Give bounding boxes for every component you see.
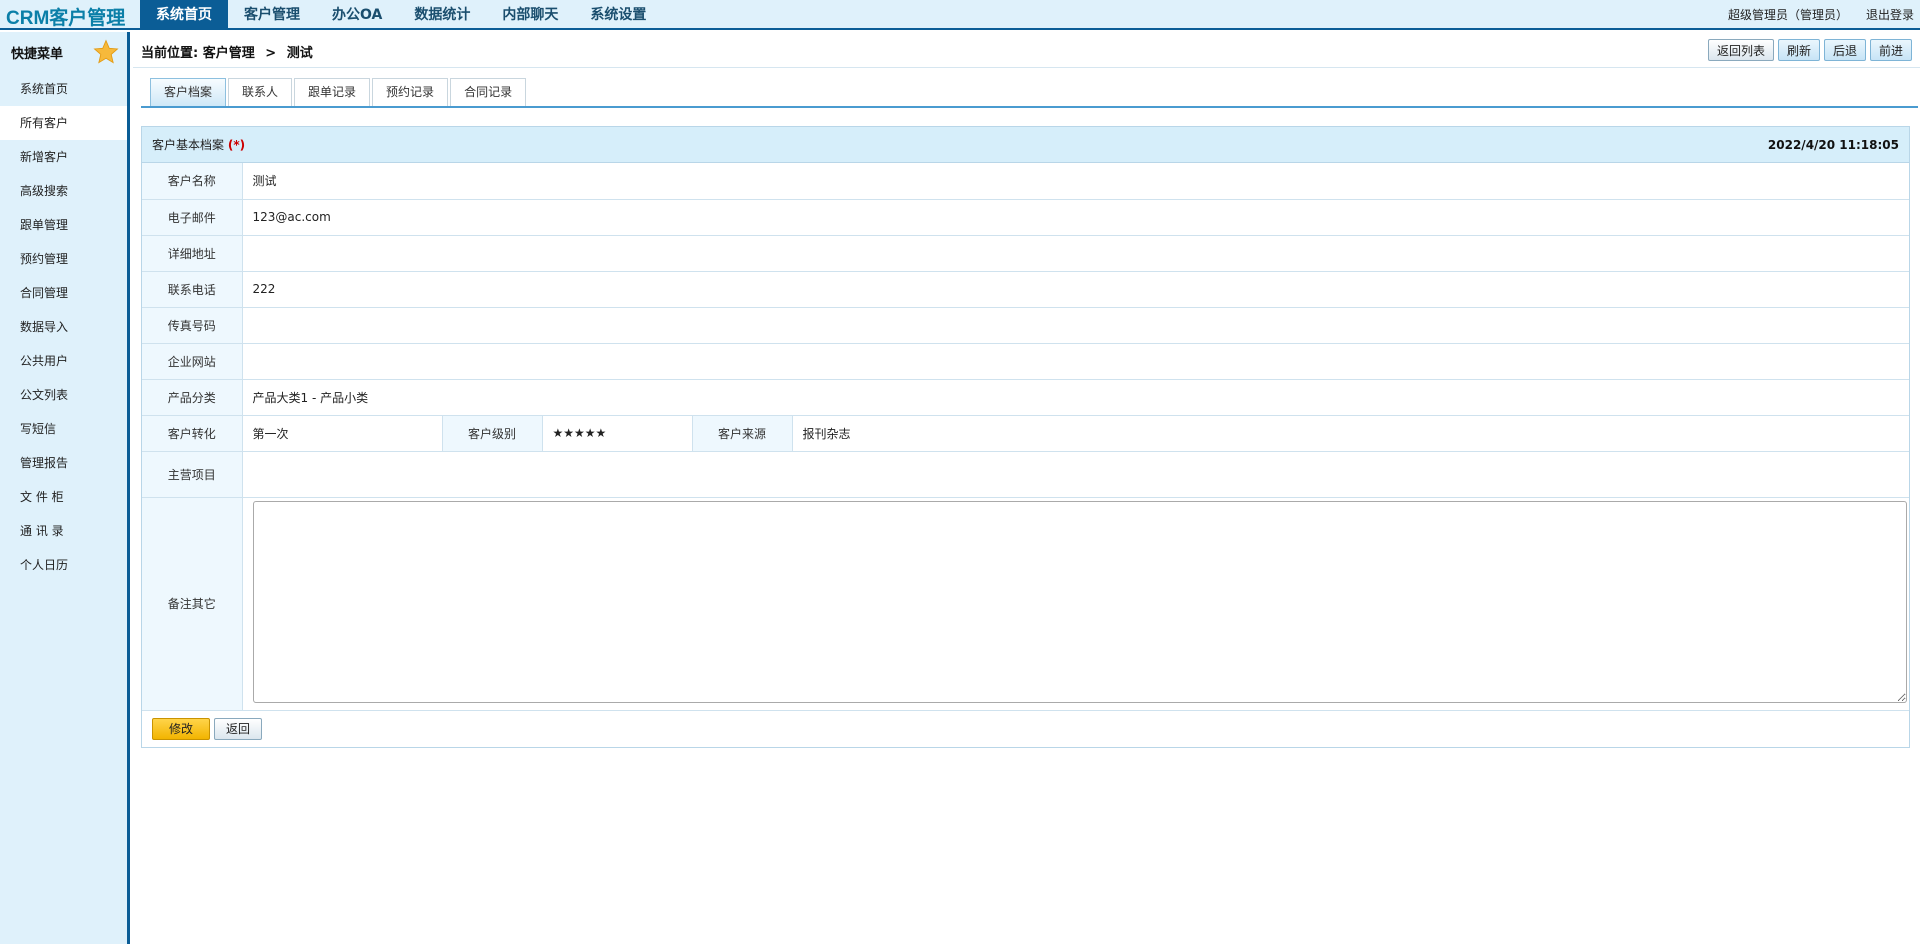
form-row-conversion: 客户转化 第一次 客户级别 ★★★★★ 客户来源 报刊杂志 bbox=[142, 415, 1909, 452]
sidebar-item-documents[interactable]: 公文列表 bbox=[0, 378, 127, 412]
form-row-fax: 传真号码 bbox=[142, 307, 1909, 344]
record-tabs: 客户档案 联系人 跟单记录 预约记录 合同记录 bbox=[150, 78, 527, 106]
user-name[interactable]: 超级管理员（管理员） bbox=[1728, 0, 1848, 30]
form-footer: 修改 返回 bbox=[142, 711, 1909, 747]
form-row-remark: 备注其它 bbox=[142, 497, 1909, 711]
refresh-button[interactable]: 刷新 bbox=[1777, 39, 1820, 61]
tab-appointments[interactable]: 预约记录 bbox=[372, 78, 449, 106]
nav-office-oa[interactable]: 办公OA bbox=[316, 0, 398, 30]
tab-contracts[interactable]: 合同记录 bbox=[450, 78, 527, 106]
user-box: 超级管理员（管理员） 退出登录 bbox=[1728, 0, 1914, 30]
sidebar-item-appointments[interactable]: 预约管理 bbox=[0, 242, 127, 276]
level-label: 客户级别 bbox=[442, 415, 543, 452]
form-row-address: 详细地址 bbox=[142, 235, 1909, 272]
email-label: 电子邮件 bbox=[142, 199, 243, 236]
form-row-business: 主营项目 bbox=[142, 451, 1909, 498]
sidebar: 快捷菜单 系统首页 所有客户 新增客户 高级搜索 跟单管理 预约管理 合同管理 … bbox=[0, 32, 130, 944]
required-mark: (*) bbox=[227, 138, 246, 152]
edit-button[interactable]: 修改 bbox=[152, 717, 210, 740]
remark-textarea[interactable] bbox=[252, 501, 1907, 703]
form-row-website: 企业网站 bbox=[142, 343, 1909, 380]
category-label: 产品分类 bbox=[142, 379, 243, 416]
conversion-value: 第一次 bbox=[242, 415, 443, 452]
sidebar-item-public-users[interactable]: 公共用户 bbox=[0, 344, 127, 378]
category-value: 产品大类1 - 产品小类 bbox=[242, 379, 1909, 416]
back-to-list-button[interactable]: 返回列表 bbox=[1707, 39, 1774, 61]
sidebar-title: 快捷菜单 bbox=[11, 46, 64, 62]
breadcrumb-label: 当前位置: bbox=[141, 46, 199, 61]
phone-label: 联系电话 bbox=[142, 271, 243, 308]
panel-title-text: 客户基本档案 bbox=[152, 138, 225, 152]
main-content: 当前位置: 客户管理 > 测试 返回列表 刷新 后退 前进 客户档案 联系人 跟… bbox=[133, 32, 1920, 944]
sidebar-item-import[interactable]: 数据导入 bbox=[0, 310, 127, 344]
tab-contacts[interactable]: 联系人 bbox=[228, 78, 293, 106]
sidebar-item-new-customer[interactable]: 新增客户 bbox=[0, 140, 127, 174]
app-logo[interactable]: CRM客户管理 bbox=[6, 3, 125, 30]
tab-underline bbox=[141, 106, 1918, 108]
business-value bbox=[242, 451, 1909, 498]
business-label: 主营项目 bbox=[142, 451, 243, 498]
level-value: ★★★★★ bbox=[542, 415, 693, 452]
panel-header: 客户基本档案 (*) 2022/4/20 11:18:05 bbox=[142, 127, 1909, 163]
panel-timestamp: 2022/4/20 11:18:05 bbox=[1767, 137, 1899, 152]
breadcrumb-page: 测试 bbox=[286, 46, 313, 61]
sidebar-item-all-customers[interactable]: 所有客户 bbox=[0, 106, 127, 140]
breadcrumb-section[interactable]: 客户管理 bbox=[203, 46, 255, 61]
sidebar-item-address-book[interactable]: 通 讯 录 bbox=[0, 514, 127, 548]
sidebar-header: 快捷菜单 bbox=[0, 32, 127, 72]
sidebar-item-calendar[interactable]: 个人日历 bbox=[0, 548, 127, 582]
top-bar: CRM客户管理 系统首页 客户管理 办公OA 数据统计 内部聊天 系统设置 超级… bbox=[0, 0, 1920, 30]
nav-customers[interactable]: 客户管理 bbox=[228, 0, 316, 30]
sidebar-item-sms[interactable]: 写短信 bbox=[0, 412, 127, 446]
history-forward-button[interactable]: 前进 bbox=[1869, 39, 1912, 61]
form-row-phone: 联系电话 222 bbox=[142, 271, 1909, 308]
breadcrumb: 当前位置: 客户管理 > 测试 bbox=[141, 42, 313, 61]
breadcrumb-separator: > bbox=[265, 46, 277, 61]
nav-settings[interactable]: 系统设置 bbox=[574, 0, 662, 30]
website-label: 企业网站 bbox=[142, 343, 243, 380]
sidebar-item-home[interactable]: 系统首页 bbox=[0, 72, 127, 106]
sidebar-item-contracts[interactable]: 合同管理 bbox=[0, 276, 127, 310]
conversion-label: 客户转化 bbox=[142, 415, 243, 452]
remark-label: 备注其它 bbox=[142, 497, 243, 711]
phone-value: 222 bbox=[242, 271, 1909, 308]
return-button[interactable]: 返回 bbox=[214, 717, 262, 740]
tab-customer-profile[interactable]: 客户档案 bbox=[150, 78, 227, 106]
history-back-button[interactable]: 后退 bbox=[1823, 39, 1866, 61]
nav-home[interactable]: 系统首页 bbox=[140, 0, 228, 30]
panel-title: 客户基本档案 (*) bbox=[152, 136, 245, 153]
logout-link[interactable]: 退出登录 bbox=[1866, 0, 1914, 30]
remark-cell bbox=[242, 497, 1909, 711]
source-value: 报刊杂志 bbox=[792, 415, 1909, 452]
nav-statistics[interactable]: 数据统计 bbox=[398, 0, 486, 30]
customer-profile-panel: 客户基本档案 (*) 2022/4/20 11:18:05 客户名称 测试 电子… bbox=[141, 126, 1910, 748]
nav-chat[interactable]: 内部聊天 bbox=[486, 0, 574, 30]
email-value: 123@ac.com bbox=[242, 199, 1909, 236]
page-actions: 返回列表 刷新 后退 前进 bbox=[1707, 39, 1912, 61]
fax-label: 传真号码 bbox=[142, 307, 243, 344]
form-row-category: 产品分类 产品大类1 - 产品小类 bbox=[142, 379, 1909, 416]
customer-form: 客户名称 测试 电子邮件 123@ac.com 详细地址 联系电话 222 传真… bbox=[142, 163, 1909, 711]
breadcrumb-bar: 当前位置: 客户管理 > 测试 返回列表 刷新 后退 前进 bbox=[133, 32, 1920, 68]
address-label: 详细地址 bbox=[142, 235, 243, 272]
sidebar-item-followup[interactable]: 跟单管理 bbox=[0, 208, 127, 242]
form-row-name: 客户名称 测试 bbox=[142, 163, 1909, 200]
main-nav: 系统首页 客户管理 办公OA 数据统计 内部聊天 系统设置 bbox=[140, 0, 662, 30]
sidebar-item-advanced-search[interactable]: 高级搜索 bbox=[0, 174, 127, 208]
tab-followups[interactable]: 跟单记录 bbox=[294, 78, 371, 106]
form-row-email: 电子邮件 123@ac.com bbox=[142, 199, 1909, 236]
website-value bbox=[242, 343, 1909, 380]
address-value bbox=[242, 235, 1909, 272]
name-value: 测试 bbox=[242, 163, 1909, 200]
sidebar-item-reports[interactable]: 管理报告 bbox=[0, 446, 127, 480]
name-label: 客户名称 bbox=[142, 163, 243, 200]
star-icon[interactable] bbox=[93, 39, 119, 65]
sidebar-item-file-cabinet[interactable]: 文 件 柜 bbox=[0, 480, 127, 514]
source-label: 客户来源 bbox=[692, 415, 793, 452]
fax-value bbox=[242, 307, 1909, 344]
